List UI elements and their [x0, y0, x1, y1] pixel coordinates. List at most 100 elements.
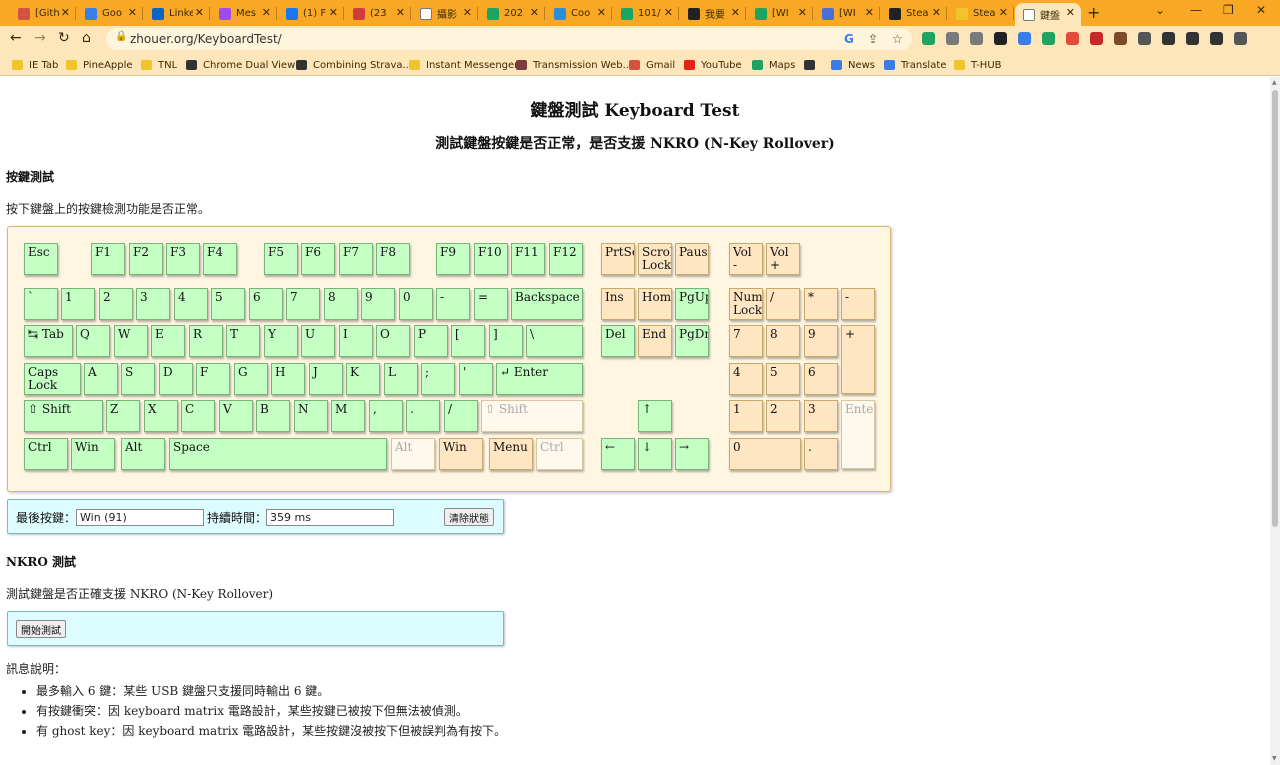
bookmark-item[interactable]: News: [831, 57, 875, 73]
tab-title: Linke: [169, 8, 193, 19]
minimize-icon[interactable]: —: [1190, 3, 1202, 17]
browser-tab[interactable]: Stea ✕: [881, 3, 947, 24]
browser-tab[interactable]: 鍵盤 ✕: [1015, 3, 1081, 26]
tab-close-icon[interactable]: ✕: [329, 6, 338, 19]
tab-search-icon[interactable]: ⌄: [1155, 3, 1165, 17]
extension-icon[interactable]: [1114, 32, 1127, 45]
maximize-icon[interactable]: ❐: [1223, 3, 1234, 17]
keyboard-key: Esc: [24, 243, 58, 275]
tab-close-icon[interactable]: ✕: [865, 6, 874, 19]
browser-tab[interactable]: [WI ✕: [747, 3, 813, 24]
bookmark-item[interactable]: TNL: [141, 57, 177, 73]
last-key-field[interactable]: [76, 509, 204, 526]
extension-icon[interactable]: [1186, 32, 1199, 45]
browser-tab[interactable]: Coo ✕: [546, 3, 612, 24]
keyboard-key: M: [331, 400, 365, 432]
bookmark-item[interactable]: Chrome Dual View: [186, 57, 295, 73]
tab-favicon-icon: [219, 7, 231, 20]
browser-tab[interactable]: 我要 ✕: [680, 3, 746, 24]
extension-icon[interactable]: [946, 32, 959, 45]
tab-close-icon[interactable]: ✕: [530, 6, 539, 19]
duration-field[interactable]: [266, 509, 394, 526]
tab-favicon-icon: [956, 7, 968, 20]
reload-icon[interactable]: ↻: [58, 30, 70, 46]
share-icon[interactable]: ⇪: [868, 32, 878, 46]
bookmark-item[interactable]: Instant Messenger: [409, 57, 518, 73]
extension-icon[interactable]: [1138, 32, 1151, 45]
address-bar[interactable]: 🔒 zhouer.org/KeyboardTest/ G ⇪ ☆: [106, 28, 912, 50]
browser-tab[interactable]: Linke ✕: [144, 3, 210, 24]
bookmark-item[interactable]: Gmail: [629, 57, 675, 73]
bookmark-item[interactable]: Combining Strava...: [296, 57, 412, 73]
extension-icon[interactable]: [1018, 32, 1031, 45]
back-icon[interactable]: ←: [10, 30, 22, 46]
browser-tab[interactable]: Stea ✕: [948, 3, 1014, 24]
tab-close-icon[interactable]: ✕: [597, 6, 606, 19]
page-scrollbar[interactable]: ▲ ▼: [1270, 77, 1280, 765]
browser-tab[interactable]: Goo ✕: [77, 3, 143, 24]
browser-tab[interactable]: [Gith ✕: [10, 3, 76, 24]
lock-icon[interactable]: 🔒: [115, 31, 127, 42]
tab-close-icon[interactable]: ✕: [195, 6, 204, 19]
clear-status-button[interactable]: 清除狀態: [444, 508, 494, 526]
tab-close-icon[interactable]: ✕: [664, 6, 673, 19]
last-key-label: 最後按鍵：: [16, 511, 77, 525]
keyboard-key: 4: [174, 288, 208, 320]
new-tab-button[interactable]: +: [1087, 3, 1100, 22]
tab-favicon-icon: [822, 7, 834, 20]
keyboard-key: Alt: [121, 438, 165, 470]
extension-icon[interactable]: [1090, 32, 1103, 45]
keyboard-key: 9: [361, 288, 395, 320]
scroll-up-icon[interactable]: ▲: [1272, 79, 1277, 86]
tab-close-icon[interactable]: ✕: [999, 6, 1008, 19]
browser-tab[interactable]: Mes ✕: [211, 3, 277, 24]
extension-icon[interactable]: [970, 32, 983, 45]
url-text[interactable]: zhouer.org/KeyboardTest/: [130, 32, 282, 46]
bookmark-item[interactable]: [804, 57, 821, 73]
extension-icon[interactable]: [994, 32, 1007, 45]
tab-close-icon[interactable]: ✕: [1066, 6, 1075, 19]
browser-tab[interactable]: (23 ✕: [345, 3, 411, 24]
bookmark-star-icon[interactable]: ☆: [892, 32, 903, 46]
tab-title: 202: [504, 8, 524, 19]
extension-icon[interactable]: [922, 32, 935, 45]
tab-separator: [209, 7, 210, 20]
google-lens-icon[interactable]: G: [844, 32, 854, 46]
extension-icon[interactable]: [1234, 32, 1247, 45]
start-test-button[interactable]: 開始測試: [16, 620, 66, 638]
tab-close-icon[interactable]: ✕: [262, 6, 271, 19]
forward-icon[interactable]: →: [34, 30, 46, 46]
scroll-down-icon[interactable]: ▼: [1272, 755, 1277, 762]
browser-tab[interactable]: [WI ✕: [814, 3, 880, 24]
tab-close-icon[interactable]: ✕: [932, 6, 941, 19]
browser-tab[interactable]: (1) F ✕: [278, 3, 344, 24]
home-icon[interactable]: ⌂: [82, 30, 91, 46]
bookmark-item[interactable]: T-HUB: [954, 57, 1002, 73]
tab-close-icon[interactable]: ✕: [128, 6, 137, 19]
bookmark-item[interactable]: IE Tab: [12, 57, 58, 73]
keyboard-key: F9: [436, 243, 470, 275]
browser-tab[interactable]: 攝影 ✕: [412, 3, 478, 24]
close-window-icon[interactable]: ✕: [1256, 3, 1266, 17]
bookmark-item[interactable]: Transmission Web...: [516, 57, 632, 73]
bookmark-item[interactable]: Maps: [752, 57, 795, 73]
tab-close-icon[interactable]: ✕: [731, 6, 740, 19]
bookmark-label: TNL: [158, 59, 178, 71]
tab-separator: [879, 7, 880, 20]
tab-close-icon[interactable]: ✕: [463, 6, 472, 19]
tab-title: [Gith: [35, 8, 59, 19]
bookmark-item[interactable]: YouTube: [684, 57, 742, 73]
tab-close-icon[interactable]: ✕: [396, 6, 405, 19]
browser-tab[interactable]: 101/✕: [613, 3, 679, 24]
tab-close-icon[interactable]: ✕: [798, 6, 807, 19]
scrollbar-thumb[interactable]: [1272, 90, 1278, 527]
browser-tab[interactable]: 202 ✕: [479, 3, 545, 24]
tab-title: (1) F: [303, 8, 327, 19]
bookmark-item[interactable]: PineApple: [66, 57, 133, 73]
bookmark-item[interactable]: Translate: [884, 57, 946, 73]
tab-close-icon[interactable]: ✕: [61, 6, 70, 19]
extension-icon[interactable]: [1042, 32, 1055, 45]
extension-icon[interactable]: [1210, 32, 1223, 45]
extension-icon[interactable]: [1066, 32, 1079, 45]
extension-icon[interactable]: [1162, 32, 1175, 45]
